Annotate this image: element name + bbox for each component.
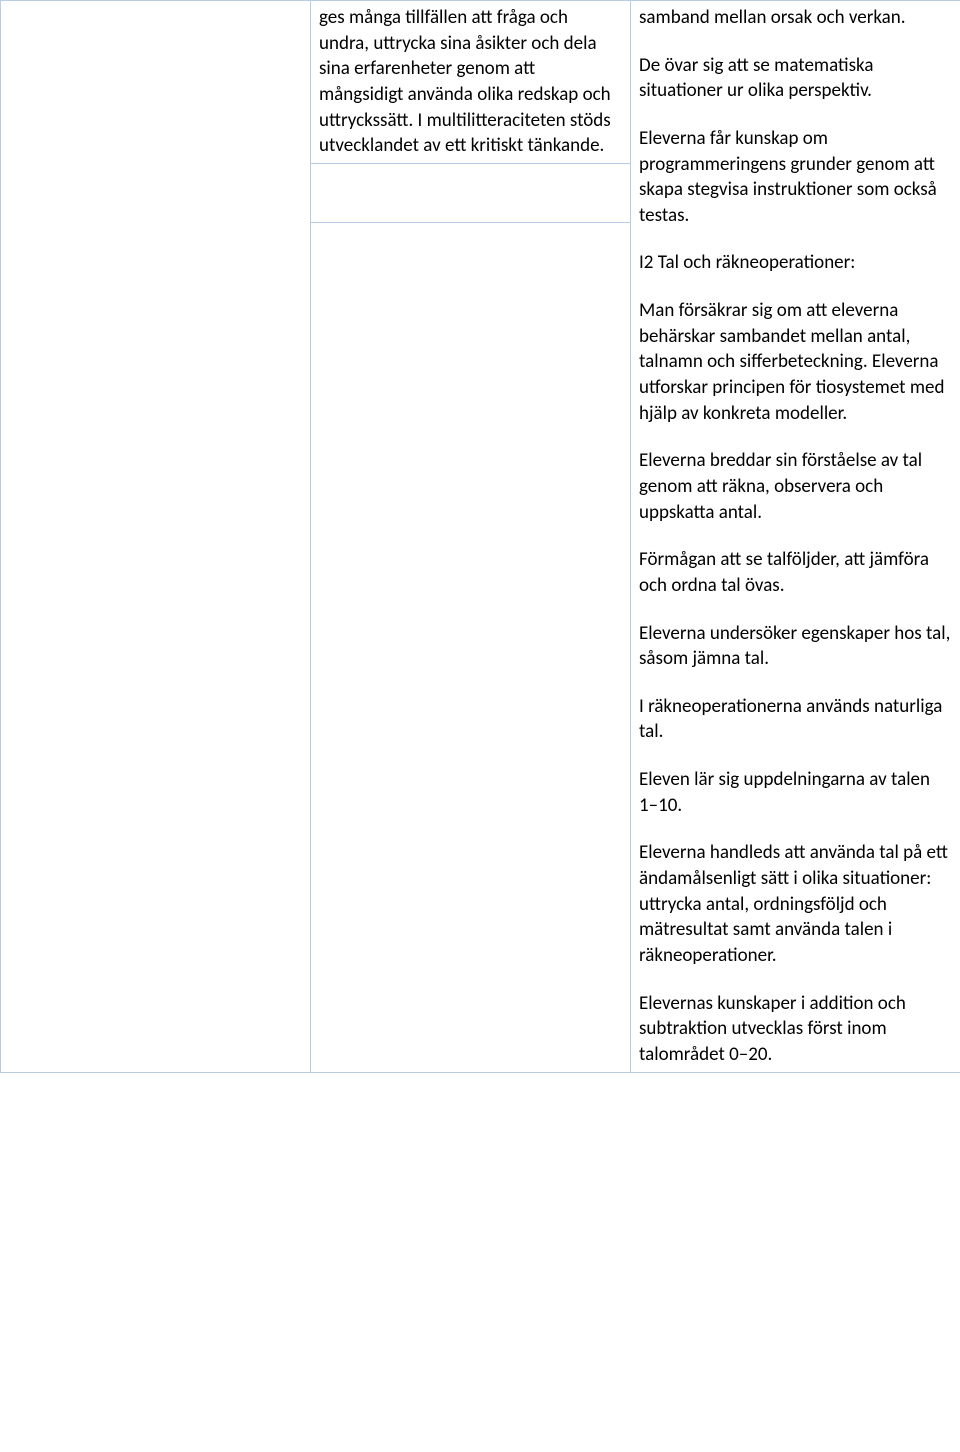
paragraph: Elevernas kunskaper i addition och subtr… [639, 991, 952, 1068]
paragraph: Man försäkrar sig om att eleverna behärs… [639, 298, 952, 426]
table-cell-1 [1, 1, 311, 1073]
paragraph: Eleverna handleds att använda tal på ett… [639, 840, 952, 968]
paragraph: De övar sig att se matematiska situation… [639, 53, 952, 104]
table-cell-3: samband mellan orsak och verkan. De övar… [631, 1, 960, 1073]
empty-inner-row [311, 163, 630, 223]
paragraph: Eleverna får kunskap om programmeringens… [639, 126, 952, 229]
paragraph: samband mellan orsak och verkan. [639, 5, 952, 31]
paragraph: Eleven lär sig uppdelningarna av talen 1… [639, 767, 952, 818]
paragraph: I räkneoperationerna används naturliga t… [639, 694, 952, 745]
table-cell-2: ges många tillfällen att fråga och undra… [311, 1, 631, 1073]
paragraph: ges många tillfällen att fråga och undra… [319, 5, 622, 159]
cell-content-empty [1, 1, 310, 9]
paragraph: Eleverna breddar sin förståelse av tal g… [639, 448, 952, 525]
cell-3-text-block: samband mellan orsak och verkan. De övar… [631, 1, 960, 1072]
paragraph: Eleverna undersöker egenskaper hos tal, … [639, 621, 952, 672]
cell-2-text-block: ges många tillfällen att fråga och undra… [311, 1, 630, 163]
paragraph: Förmågan att se talföljder, att jämföra … [639, 547, 952, 598]
document-page: ges många tillfällen att fråga och undra… [0, 0, 960, 1073]
curriculum-table: ges många tillfällen att fråga och undra… [0, 0, 960, 1073]
paragraph: I2 Tal och räkneoperationer: [639, 250, 952, 276]
table-row: ges många tillfällen att fråga och undra… [1, 1, 960, 1073]
